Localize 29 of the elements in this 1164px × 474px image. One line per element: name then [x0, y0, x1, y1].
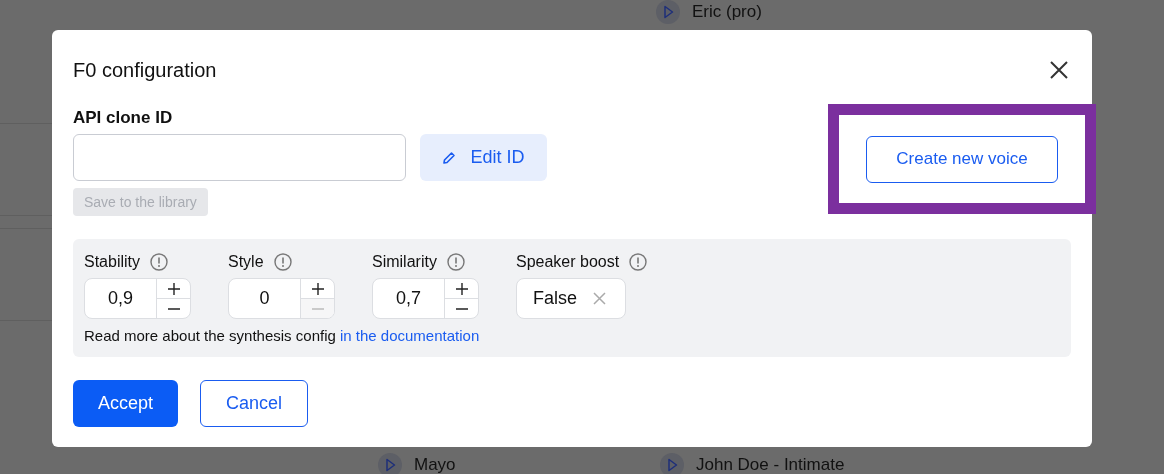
voice-name: John Doe - Intimate — [696, 454, 845, 474]
plus-icon — [167, 282, 180, 295]
create-voice-button[interactable]: Create new voice — [866, 135, 1058, 183]
info-icon — [273, 253, 292, 271]
field-label: API clone ID — [73, 108, 174, 128]
input-field[interactable] — [73, 134, 406, 181]
plus-icon — [311, 282, 324, 295]
param-label: Speaker boost — [516, 252, 620, 272]
accept-button[interactable]: Accept — [73, 380, 179, 427]
cancel-button[interactable]: Cancel — [200, 380, 309, 427]
info-icon — [446, 253, 465, 271]
voice-name: Eric (pro) — [692, 1, 762, 24]
voice-name: Mayo — [414, 454, 456, 474]
dialog-title: F0 configuration — [73, 58, 217, 83]
pencil-icon — [442, 150, 457, 165]
minus-icon — [455, 307, 468, 310]
param-label: Style — [228, 252, 264, 272]
param-label: Similarity — [372, 252, 437, 272]
close-icon[interactable] — [1050, 61, 1068, 79]
param-label: Stability — [84, 252, 141, 272]
note-text: Read more about the synthesis config in the documentation — [84, 327, 481, 345]
edit-button[interactable]: Edit ID — [420, 134, 547, 181]
info-icon — [629, 253, 648, 271]
minus-icon — [167, 307, 180, 310]
documentation-link[interactable]: in the documentation — [340, 327, 480, 344]
info-icon — [150, 253, 169, 271]
plus-icon — [455, 282, 468, 295]
minus-icon — [311, 307, 324, 310]
select-field[interactable]: False — [516, 278, 626, 319]
